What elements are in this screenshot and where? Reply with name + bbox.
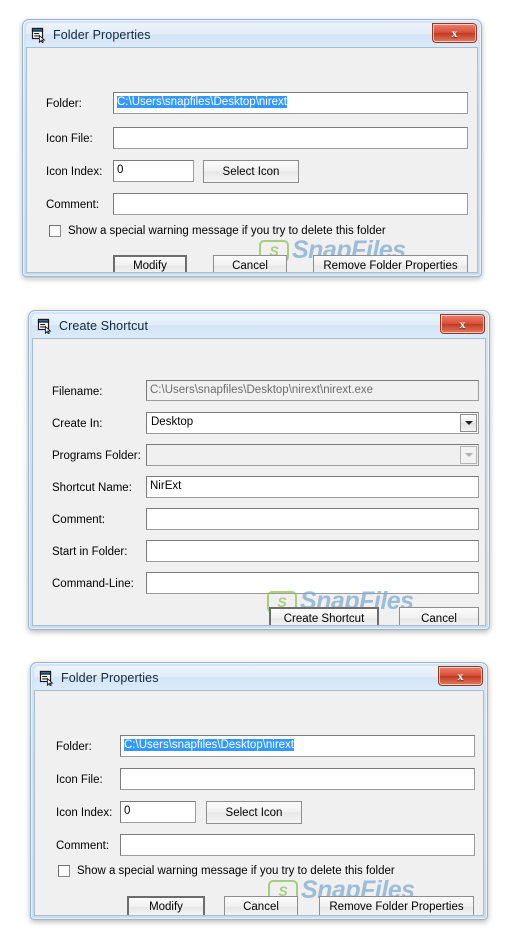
chevron-down-icon[interactable]: [460, 414, 477, 432]
titlebar[interactable]: Folder Properties x: [26, 23, 478, 47]
programs-folder-combobox[interactable]: [146, 444, 479, 466]
remove-folder-properties-button[interactable]: Remove Folder Properties: [319, 896, 474, 915]
create-in-combobox[interactable]: Desktop: [146, 412, 479, 434]
select-icon-button[interactable]: Select Icon: [203, 160, 299, 183]
folder-input-value: C:\Users\snapfiles\Desktop\nirext: [117, 96, 288, 108]
window-properties-icon: [31, 27, 47, 44]
icon-index-input[interactable]: 0: [113, 160, 194, 182]
select-icon-button[interactable]: Select Icon: [206, 801, 302, 824]
modify-button[interactable]: Modify: [113, 255, 187, 272]
label-comment: Comment:: [56, 840, 110, 852]
folder-input[interactable]: C:\Users\snapfiles\Desktop\nirext: [120, 735, 475, 757]
modify-button-label: Modify: [133, 260, 167, 272]
icon-file-input[interactable]: [113, 127, 468, 149]
modify-button[interactable]: Modify: [127, 896, 205, 915]
icon-index-input-value: 0: [124, 805, 131, 817]
window-title: Folder Properties: [61, 671, 159, 685]
client-area: Folder: C:\Users\snapfiles\Desktop\nirex…: [26, 47, 478, 273]
label-programs-folder: Programs Folder:: [52, 450, 141, 462]
comment-input[interactable]: [113, 193, 468, 215]
warning-checkbox-label: Show a special warning message if you tr…: [77, 865, 395, 877]
modify-button-label: Modify: [149, 901, 183, 913]
label-shortcut-name: Shortcut Name:: [52, 482, 132, 494]
client-area: Folder: C:\Users\snapfiles\Desktop\nirex…: [34, 690, 484, 916]
label-folder: Folder:: [56, 741, 92, 753]
shortcut-name-input[interactable]: NirExt: [146, 476, 479, 498]
close-button[interactable]: x: [438, 666, 483, 686]
select-icon-button-label: Select Icon: [222, 165, 280, 178]
label-command-line: Command-Line:: [52, 578, 134, 590]
create-in-combobox-value: Desktop: [151, 416, 194, 428]
window-properties-icon: [37, 318, 53, 335]
remove-folder-properties-button-label: Remove Folder Properties: [323, 260, 458, 272]
label-icon-file: Icon File:: [46, 133, 93, 145]
folder-input[interactable]: C:\Users\snapfiles\Desktop\nirext: [113, 92, 468, 114]
label-folder: Folder:: [46, 98, 82, 110]
label-comment: Comment:: [46, 199, 100, 211]
titlebar[interactable]: Folder Properties x: [34, 666, 484, 690]
window-folder-properties-1[interactable]: Folder Properties x Folder: C:\Users\sna…: [22, 19, 482, 277]
warning-checkbox[interactable]: [58, 865, 70, 877]
folder-input-value: C:\Users\snapfiles\Desktop\nirext: [124, 739, 295, 751]
close-button[interactable]: x: [440, 314, 485, 334]
label-create-in: Create In:: [52, 418, 103, 430]
cancel-button[interactable]: Cancel: [224, 896, 298, 915]
comment-input[interactable]: [120, 834, 475, 856]
window-create-shortcut[interactable]: Create Shortcut x Filename: C:\Users\sna…: [28, 310, 490, 630]
label-icon-file: Icon File:: [56, 774, 103, 786]
icon-file-input[interactable]: [120, 768, 475, 790]
comment-input[interactable]: [146, 508, 479, 530]
icon-index-input-value: 0: [117, 164, 124, 176]
create-shortcut-button-label: Create Shortcut: [283, 612, 365, 625]
titlebar[interactable]: Create Shortcut x: [32, 314, 486, 338]
label-icon-index: Icon Index:: [56, 807, 113, 819]
warning-checkbox[interactable]: [49, 225, 61, 237]
cancel-button-label: Cancel: [421, 612, 457, 625]
command-line-input[interactable]: [146, 572, 479, 594]
warning-checkbox-label: Show a special warning message if you tr…: [68, 225, 386, 237]
label-filename: Filename:: [52, 386, 103, 398]
shortcut-name-input-value: NirExt: [150, 480, 182, 492]
label-icon-index: Icon Index:: [46, 166, 103, 178]
filename-input[interactable]: C:\Users\snapfiles\Desktop\nirext\nirext…: [146, 380, 479, 401]
label-comment: Comment:: [52, 514, 106, 526]
close-button[interactable]: x: [432, 23, 477, 43]
cancel-button[interactable]: Cancel: [213, 255, 287, 272]
window-title: Folder Properties: [53, 28, 151, 42]
warning-checkbox-row[interactable]: Show a special warning message if you tr…: [49, 225, 386, 237]
icon-index-input[interactable]: 0: [120, 801, 196, 823]
cancel-button-label: Cancel: [243, 901, 279, 913]
chevron-down-icon[interactable]: [460, 446, 477, 464]
remove-folder-properties-button-label: Remove Folder Properties: [329, 901, 464, 913]
warning-checkbox-row[interactable]: Show a special warning message if you tr…: [58, 865, 395, 877]
start-in-folder-input[interactable]: [146, 540, 479, 562]
select-icon-button-label: Select Icon: [225, 806, 283, 819]
window-properties-icon: [39, 670, 55, 687]
cancel-button-label: Cancel: [232, 260, 268, 272]
close-icon: x: [457, 668, 464, 683]
client-area: Filename: C:\Users\snapfiles\Desktop\nir…: [32, 338, 486, 626]
close-icon: x: [459, 316, 466, 331]
window-title: Create Shortcut: [59, 319, 149, 333]
remove-folder-properties-button[interactable]: Remove Folder Properties: [313, 255, 468, 272]
create-shortcut-button[interactable]: Create Shortcut: [269, 607, 379, 625]
cancel-button[interactable]: Cancel: [399, 607, 479, 625]
close-icon: x: [451, 25, 458, 40]
label-start-in-folder: Start in Folder:: [52, 546, 128, 558]
filename-input-value: C:\Users\snapfiles\Desktop\nirext\nirext…: [150, 384, 374, 396]
window-folder-properties-2[interactable]: Folder Properties x Folder: C:\Users\sna…: [30, 662, 488, 920]
